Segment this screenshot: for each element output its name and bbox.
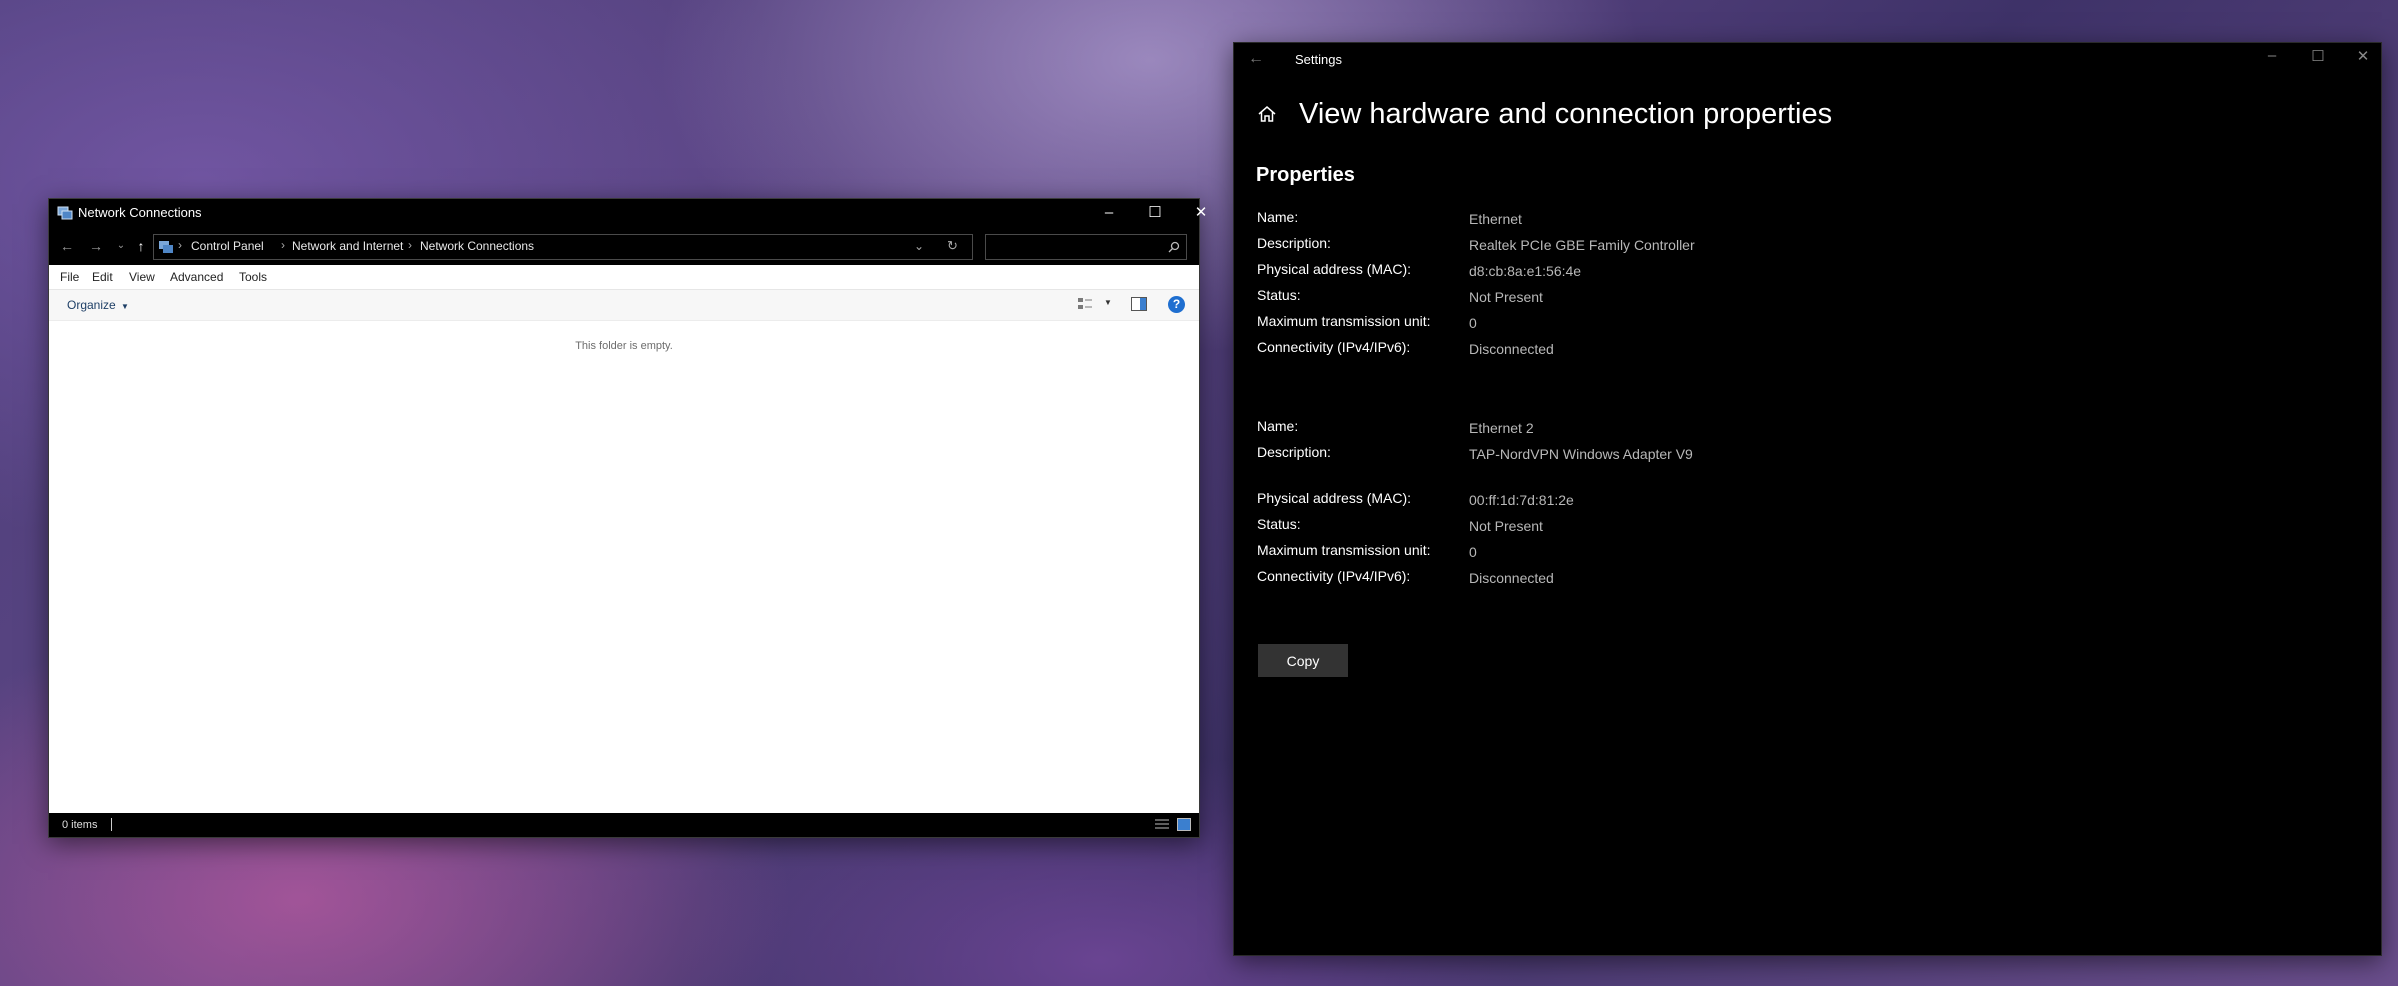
status-divider	[111, 818, 112, 831]
empty-folder-message: This folder is empty.	[575, 340, 673, 352]
adapter-2-mtu-label: Maximum transmission unit:	[1257, 542, 1431, 558]
breadcrumb-separator-icon: ›	[178, 238, 182, 252]
adapter-1-mac-value: d8:cb:8a:e1:56:4e	[1469, 263, 1582, 279]
address-dropdown-chevron-icon[interactable]: ⌄	[914, 239, 924, 253]
settings-app-title: Settings	[1295, 52, 1342, 67]
adapter-1-mac-label: Physical address (MAC):	[1257, 261, 1412, 277]
back-arrow-icon[interactable]: ←	[1248, 50, 1264, 68]
breadcrumb-separator-icon: ›	[281, 238, 285, 252]
section-title: Properties	[1256, 164, 1355, 186]
menu-tools[interactable]: Tools	[239, 270, 267, 284]
breadcrumb-control-panel[interactable]: Control Panel	[191, 239, 264, 253]
organize-label: Organize	[67, 298, 116, 312]
details-view-icon[interactable]	[1155, 818, 1169, 831]
adapter-2-connectivity-label: Connectivity (IPv4/IPv6):	[1257, 568, 1411, 584]
minimize-button[interactable]: –	[1086, 199, 1132, 227]
adapter-2-description-value: TAP-NordVPN Windows Adapter V9	[1469, 446, 1693, 462]
organize-dropdown-icon: ▼	[121, 302, 129, 311]
adapter-1-name-value: Ethernet	[1469, 211, 1522, 227]
recent-locations-chevron-icon[interactable]: ⌄	[111, 237, 131, 255]
menu-view[interactable]: View	[129, 270, 155, 284]
command-bar: Organize ▼ ▼ ?	[49, 290, 1199, 321]
adapter-2-mtu-value: 0	[1469, 544, 1477, 560]
adapter-2-connectivity-value: Disconnected	[1469, 570, 1554, 586]
menu-bar: File Edit View Advanced Tools	[49, 265, 1199, 290]
settings-window: ← Settings – ☐ ✕ View hardware and conne…	[1233, 42, 2382, 956]
adapter-1-connectivity-value: Disconnected	[1469, 341, 1554, 357]
adapter-2-status-label: Status:	[1257, 516, 1301, 532]
search-icon[interactable]	[1168, 241, 1180, 253]
adapter-1-mtu-label: Maximum transmission unit:	[1257, 313, 1431, 329]
network-connections-icon	[57, 206, 73, 220]
maximize-button[interactable]: ☐	[1132, 199, 1178, 227]
back-arrow-icon[interactable]: ←	[57, 237, 77, 255]
status-bar: 0 items	[49, 813, 1199, 837]
breadcrumb-network-connections[interactable]: Network Connections	[420, 239, 534, 253]
help-icon[interactable]: ?	[1168, 296, 1185, 313]
adapter-1-status-value: Not Present	[1469, 289, 1543, 305]
adapter-1-status-label: Status:	[1257, 287, 1301, 303]
breadcrumb-separator-icon: ›	[408, 238, 412, 252]
view-options-dropdown-icon[interactable]: ▼	[1104, 298, 1112, 307]
network-connections-window: Network Connections – ☐ ✕ ← → ⌄ ↑ › Cont…	[48, 198, 1207, 838]
adapter-2-name-value: Ethernet 2	[1469, 420, 1534, 436]
adapter-2-mac-value: 00:ff:1d:7d:81:2e	[1469, 492, 1574, 508]
preview-pane-icon[interactable]	[1131, 297, 1147, 311]
adapter-2-description-label: Description:	[1257, 444, 1331, 460]
home-icon[interactable]	[1256, 103, 1278, 125]
adapter-1-description-label: Description:	[1257, 235, 1331, 251]
address-bar[interactable]: › Control Panel › Network and Internet ›…	[153, 234, 973, 260]
close-button[interactable]: ✕	[2340, 47, 2386, 69]
large-icons-view-icon[interactable]	[1177, 818, 1191, 831]
close-button[interactable]: ✕	[1178, 199, 1224, 227]
adapter-1-connectivity-label: Connectivity (IPv4/IPv6):	[1257, 339, 1411, 355]
adapter-2-mac-label: Physical address (MAC):	[1257, 490, 1412, 506]
explorer-title-bar[interactable]: Network Connections – ☐ ✕	[49, 199, 1207, 227]
explorer-window-title: Network Connections	[78, 205, 202, 220]
explorer-navigation-bar: ← → ⌄ ↑ › Control Panel › Network and In…	[49, 227, 1199, 265]
breadcrumb-network-and-internet[interactable]: Network and Internet	[292, 239, 403, 253]
menu-edit[interactable]: Edit	[92, 270, 113, 284]
copy-button[interactable]: Copy	[1258, 644, 1348, 677]
adapter-1-description-value: Realtek PCIe GBE Family Controller	[1469, 237, 1695, 253]
menu-file[interactable]: File	[60, 270, 79, 284]
item-count: 0 items	[62, 819, 98, 831]
menu-advanced[interactable]: Advanced	[170, 270, 223, 284]
page-title: View hardware and connection properties	[1299, 98, 1833, 130]
up-arrow-icon[interactable]: ↑	[131, 237, 151, 255]
adapter-1-name-label: Name:	[1257, 209, 1299, 225]
control-panel-icon	[159, 241, 173, 253]
search-box[interactable]	[985, 234, 1187, 260]
change-view-icon[interactable]	[1077, 296, 1093, 312]
maximize-button[interactable]: ☐	[2295, 47, 2341, 69]
adapter-1-mtu-value: 0	[1469, 315, 1477, 331]
refresh-icon[interactable]: ↻	[947, 238, 958, 254]
minimize-button[interactable]: –	[2249, 47, 2295, 69]
adapter-2-name-label: Name:	[1257, 418, 1299, 434]
organize-button[interactable]: Organize ▼	[67, 298, 129, 312]
adapter-2-status-value: Not Present	[1469, 518, 1543, 534]
forward-arrow-icon[interactable]: →	[86, 237, 106, 255]
